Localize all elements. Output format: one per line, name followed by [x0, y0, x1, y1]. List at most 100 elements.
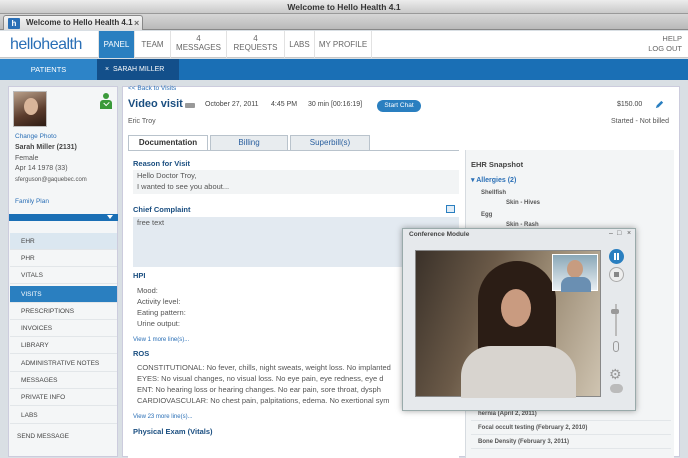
visit-time: 4:45 PM	[271, 101, 298, 108]
pause-icon[interactable]	[609, 249, 624, 264]
allergy-detail: Skin - Hives	[506, 200, 541, 206]
patients-tab[interactable]: PATIENTS	[0, 59, 97, 80]
tab-close-icon[interactable]: ×	[134, 16, 139, 30]
visit-title: Video visit	[128, 98, 183, 110]
hellohealth-logo[interactable]: hellohealth	[10, 36, 82, 54]
tab-billing[interactable]: Billing	[210, 135, 288, 150]
conference-module[interactable]: Conference Module – □ × ⚙	[402, 228, 636, 411]
chevron-down-icon	[107, 215, 113, 219]
visit-status: Started - Not billed	[611, 118, 669, 125]
help-link[interactable]: HELP	[648, 34, 682, 44]
patient-info: Sarah Miller (2131) Female Apr 14 1978 (…	[15, 143, 87, 185]
ros-line: ENT: No hearing loss or hearing changes.…	[137, 385, 381, 394]
nav-my-profile[interactable]: MY PROFILE	[314, 31, 372, 58]
hpi-lines: Mood: Activity level: Eating pattern: Ur…	[137, 285, 186, 329]
sidebar-item-labs[interactable]: LABS	[10, 407, 117, 424]
mic-icon[interactable]	[613, 341, 619, 352]
hpi-line: Urine output:	[137, 319, 180, 328]
visit-price: $150.00	[617, 101, 643, 108]
back-to-visits-link[interactable]: << Back to Visits	[128, 85, 176, 92]
sidebar-item-private-info[interactable]: PRIVATE INFO	[10, 389, 117, 406]
sidebar-item-visits[interactable]: VISITS	[10, 286, 117, 303]
exam-heading: Physical Exam (Vitals)	[133, 427, 213, 436]
sidebar-item-ehr[interactable]: EHR	[10, 233, 117, 250]
sidebar-item-vitals[interactable]: VITALS	[10, 267, 117, 284]
allergy-name: Egg	[481, 212, 493, 218]
close-icon[interactable]: ×	[627, 230, 631, 237]
app-favicon-icon: h	[8, 18, 20, 29]
hpi-line: Activity level:	[137, 297, 181, 306]
provider-name: Eric Troy	[128, 118, 156, 125]
pencil-icon[interactable]	[654, 99, 665, 110]
family-plan-link[interactable]: Family Plan	[15, 198, 49, 205]
browser-tab[interactable]: h Welcome to Hello Health 4.1 ×	[3, 15, 143, 30]
tab-documentation[interactable]: Documentation	[128, 135, 208, 151]
expand-icon[interactable]	[446, 205, 455, 213]
nav-label: MESSAGES	[176, 43, 221, 52]
history-item[interactable]: Bone Density (February 3, 2011)	[471, 436, 671, 449]
start-chat-button[interactable]: Start Chat	[377, 100, 421, 112]
app-header: hellohealth PANEL TEAM 4 MESSAGES 4 REQUES…	[0, 31, 688, 58]
video-subject-body	[461, 346, 576, 398]
close-icon[interactable]: ×	[105, 66, 109, 73]
chat-icon[interactable]	[610, 384, 623, 393]
nav-count: 4	[253, 34, 258, 43]
nav-count: 4	[196, 34, 201, 43]
sidebar-item-messages[interactable]: MESSAGES	[10, 372, 117, 389]
photo-face	[24, 98, 38, 115]
minimize-icon[interactable]: –	[609, 230, 613, 237]
send-message-button[interactable]: SEND MESSAGE	[17, 433, 69, 440]
nav-panel[interactable]: PANEL	[98, 31, 134, 58]
hpi-line: Mood:	[137, 286, 158, 295]
sidebar-item-library[interactable]: LIBRARY	[10, 337, 117, 354]
sidebar-item-phr[interactable]: PHR	[10, 250, 117, 267]
video-camera-icon	[185, 103, 195, 108]
change-photo-link[interactable]: Change Photo	[15, 133, 57, 140]
nav-label: REQUESTS	[233, 43, 278, 52]
nav-label: PANEL	[103, 40, 130, 49]
ros-more-link[interactable]: View 23 more line(s)...	[133, 414, 193, 420]
sidebar-item-invoices[interactable]: INVOICES	[10, 320, 117, 337]
tab-superbills[interactable]: Superbill(s)	[290, 135, 370, 150]
nav-label: TEAM	[141, 40, 164, 49]
nav-team[interactable]: TEAM	[134, 31, 170, 58]
allergies-toggle[interactable]: ▾ Allergies (2)	[471, 176, 516, 184]
help-links: HELP LOG OUT	[648, 34, 682, 54]
patient-tab-sarah-miller[interactable]: × SARAH MILLER	[97, 59, 179, 80]
reason-textarea[interactable]: Hello Doctor Troy, I wanted to see you a…	[133, 170, 459, 194]
allergy-name: Shellfish	[481, 190, 507, 196]
patient-name: Sarah Miller (2131)	[15, 144, 77, 151]
browser-tab-label: Welcome to Hello Health 4.1	[26, 18, 133, 27]
snapshot-title: EHR Snapshot	[471, 160, 524, 169]
hpi-heading: HPI	[133, 271, 146, 280]
browser-tab-bar: h Welcome to Hello Health 4.1 ×	[0, 14, 688, 30]
nav-labs[interactable]: LABS	[284, 31, 314, 58]
sidebar-item-prescriptions[interactable]: PRESCRIPTIONS	[10, 303, 117, 320]
visit-date: October 27, 2011	[205, 101, 259, 108]
reason-line: Hello Doctor Troy,	[137, 171, 197, 180]
person-check-icon	[100, 93, 112, 109]
ros-lines: CONSTITUTIONAL: No fever, chills, night …	[137, 362, 409, 406]
nav-label: LABS	[289, 40, 310, 49]
patient-gender: Female	[15, 154, 39, 162]
self-view-video[interactable]	[552, 254, 598, 292]
nav-requests[interactable]: 4 REQUESTS	[226, 31, 284, 58]
patient-email[interactable]: sferguson@gaquebec.com	[15, 175, 87, 186]
hpi-more-link[interactable]: View 1 more line(s)...	[133, 337, 189, 343]
video-subject-face	[501, 289, 531, 327]
reason-heading: Reason for Visit	[133, 159, 190, 168]
sidebar-item-admin-notes[interactable]: ADMINISTRATIVE NOTES	[10, 355, 117, 372]
sidebar-dropdown[interactable]	[9, 214, 118, 221]
gear-icon[interactable]: ⚙	[609, 367, 622, 381]
stop-icon[interactable]	[609, 267, 624, 282]
maximize-icon[interactable]: □	[617, 230, 621, 237]
patient-tab-label: SARAH MILLER	[112, 66, 165, 73]
patient-dob: Apr 14 1978 (33)	[15, 165, 68, 172]
volume-slider-knob[interactable]	[611, 309, 619, 314]
nav-messages[interactable]: 4 MESSAGES	[170, 31, 226, 58]
logout-link[interactable]: LOG OUT	[648, 44, 682, 54]
patient-photo	[13, 91, 47, 127]
patient-sidebar: Change Photo Sarah Miller (2131) Female …	[8, 86, 118, 457]
reason-line: I wanted to see you about...	[137, 182, 230, 191]
history-item[interactable]: Focal occult testing (February 2, 2010)	[471, 422, 671, 435]
